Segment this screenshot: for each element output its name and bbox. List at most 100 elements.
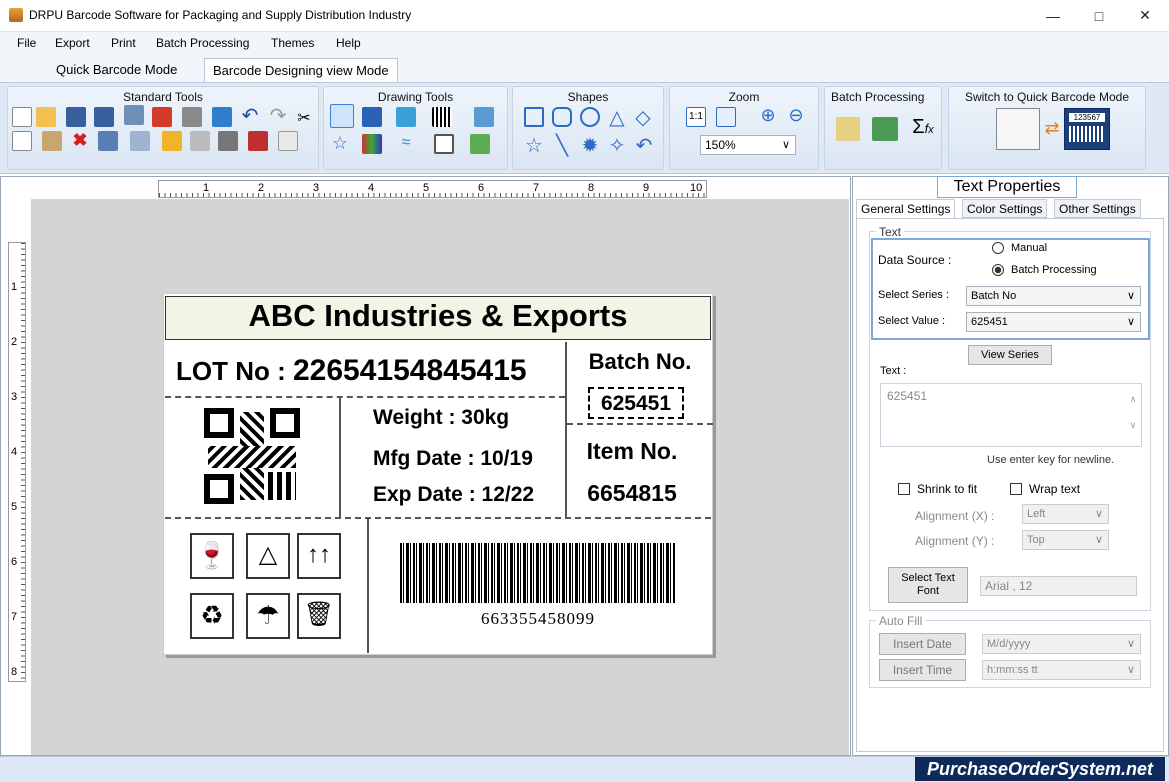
zoom-in-icon[interactable]: ⊕ [758,105,778,125]
lot-number-text[interactable]: LOT No : 22654154845415 [176,354,527,388]
radio-batch-label[interactable]: Batch Processing [1011,264,1097,276]
quick-preview-icon[interactable]: 123567 [1064,108,1110,150]
pdf-icon[interactable] [152,107,172,127]
tab-general-settings[interactable]: General Settings [856,199,956,218]
text-input[interactable]: 625451 [880,383,1142,447]
batch-title-text[interactable]: Batch No. [567,349,713,375]
layers-icon[interactable] [98,131,118,151]
wrap-text-label[interactable]: Wrap text [1029,482,1080,496]
rectangle-icon[interactable] [524,107,544,127]
wrap-text-checkbox[interactable] [1010,483,1022,495]
barcode-number-text[interactable]: 663355458099 [400,609,676,629]
cut-icon[interactable]: ✂ [294,110,314,130]
insert-date-button[interactable]: Insert Date [879,633,966,655]
radio-manual-label[interactable]: Manual [1011,242,1047,254]
menu-help[interactable]: Help [336,36,361,50]
qr-code[interactable] [204,408,300,504]
barcode-tool-icon[interactable] [432,107,452,127]
save-as-icon[interactable] [94,107,114,127]
unlock-icon[interactable] [190,131,210,151]
series-select[interactable]: Batch No ∨ [966,286,1141,306]
handle-with-care-icon[interactable]: △ [246,533,290,579]
tab-other-settings[interactable]: Other Settings [1054,199,1141,218]
menu-print[interactable]: Print [111,36,136,50]
exit-icon[interactable] [278,131,298,151]
star-tool-icon[interactable]: ☆ [330,134,350,154]
image-insert-icon[interactable] [470,134,490,154]
item-title-text[interactable]: Item No. [567,438,697,465]
time-format-select[interactable]: h:mm:ss tt ∨ [982,660,1141,680]
minimize-icon[interactable]: — [1030,0,1076,31]
save-icon[interactable] [66,107,86,127]
menu-export[interactable]: Export [55,36,90,50]
library-icon[interactable] [362,134,382,154]
print-preview-icon[interactable] [218,131,238,151]
batch-excel-icon[interactable] [872,117,898,141]
burst-icon[interactable]: ✹ [580,133,600,157]
tab-barcode-designing-mode[interactable]: Barcode Designing view Mode [204,58,398,82]
date-format-select[interactable]: M/d/yyyy ∨ [982,634,1141,654]
batch-value-text[interactable]: 625451 [588,387,684,419]
mfg-date-text[interactable]: Mfg Date : 10/19 [373,447,533,471]
new-icon[interactable] [12,107,32,127]
arc-icon[interactable]: ↶ [634,133,654,157]
batch-edit-icon[interactable] [836,117,860,141]
tab-quick-barcode-mode[interactable]: Quick Barcode Mode [48,58,185,82]
four-point-star-icon[interactable]: ✧ [607,133,627,157]
print-setup-icon[interactable] [248,131,268,151]
image-library-icon[interactable] [474,107,494,127]
alignment-y-select[interactable]: Top ∨ [1022,530,1109,550]
zoom-out-icon[interactable]: ⊖ [786,105,806,125]
paste-icon[interactable] [42,131,62,151]
dispose-properly-icon[interactable]: 🗑 [297,593,341,639]
text-tool-icon[interactable] [330,104,354,128]
print-icon[interactable] [182,107,202,127]
ellipse-icon[interactable] [580,107,600,127]
text-scrollbar[interactable]: ∧ ∨ [1126,386,1140,444]
item-value-text[interactable]: 6654815 [567,480,697,507]
redo-icon[interactable]: ↷ [268,106,288,127]
duplicate-icon[interactable] [130,131,150,151]
fit-page-icon[interactable] [716,107,736,127]
tab-color-settings[interactable]: Color Settings [962,199,1048,218]
delete-icon[interactable]: ✖ [70,131,90,151]
this-way-up-icon[interactable]: ↑↑ [297,533,341,579]
shrink-to-fit-label[interactable]: Shrink to fit [917,482,977,496]
select-text-font-button[interactable]: Select Text Font [888,567,968,603]
watermark-tool-icon[interactable]: ≈ [396,134,416,154]
insert-time-button[interactable]: Insert Time [879,659,966,681]
linear-barcode[interactable] [400,543,676,603]
diamond-icon[interactable]: ◇ [633,105,653,129]
keep-dry-icon[interactable]: ☂ [246,593,290,639]
export-icon[interactable] [124,105,144,125]
grid-icon[interactable] [212,107,232,127]
star-icon[interactable]: ☆ [524,133,544,157]
view-series-button[interactable]: View Series [968,345,1052,365]
zoom-select[interactable]: 150% ∨ [700,135,796,155]
exp-date-text[interactable]: Exp Date : 12/22 [373,483,534,507]
actual-size-icon[interactable]: 1:1 [686,107,706,127]
recycle-icon[interactable]: ♻ [190,593,234,639]
undo-icon[interactable]: ↶ [240,106,260,127]
triangle-icon[interactable]: △ [607,105,627,129]
close-icon[interactable]: ✕ [1122,0,1168,31]
shrink-to-fit-checkbox[interactable] [898,483,910,495]
rounded-rectangle-icon[interactable] [552,107,572,127]
radio-batch-processing[interactable] [992,264,1004,276]
formula-icon[interactable]: Σfx [908,116,938,142]
menu-batch-processing[interactable]: Batch Processing [156,36,249,50]
value-select[interactable]: 625451 ∨ [966,312,1141,332]
line-icon[interactable]: ╲ [552,133,572,157]
menu-file[interactable]: File [17,36,36,50]
label-header-text[interactable]: ABC Industries & Exports [165,298,711,334]
fragile-icon[interactable]: 🍷 [190,533,234,579]
radio-manual[interactable] [992,242,1004,254]
picture-tool-icon[interactable] [396,107,416,127]
pen-tool-icon[interactable] [362,107,382,127]
alignment-x-select[interactable]: Left ∨ [1022,504,1109,524]
lock-icon[interactable] [162,131,182,151]
designer-preview-icon[interactable] [996,108,1040,150]
maximize-icon[interactable]: □ [1076,0,1122,31]
menu-themes[interactable]: Themes [271,36,314,50]
weight-text[interactable]: Weight : 30kg [373,406,509,430]
